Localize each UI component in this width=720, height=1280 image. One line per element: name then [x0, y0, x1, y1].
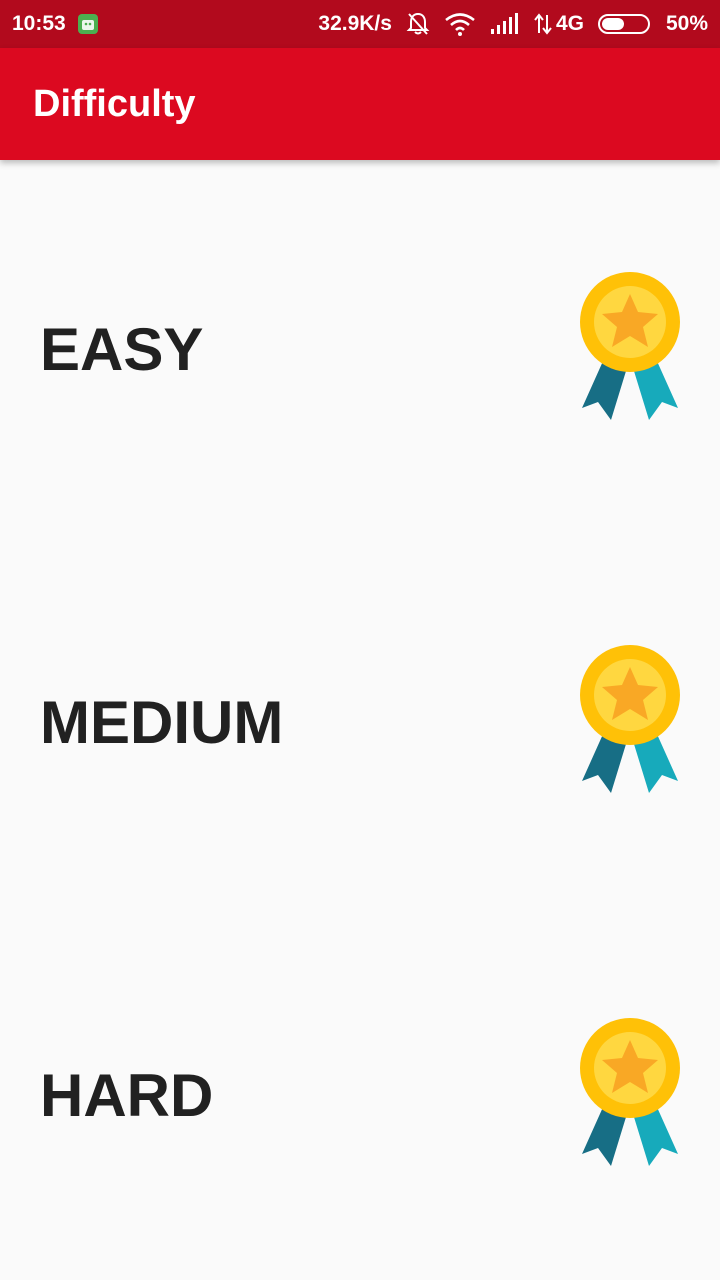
medal-icon: [580, 1018, 680, 1166]
battery-percent: 50%: [665, 12, 708, 35]
difficulty-item-hard[interactable]: HARD: [0, 906, 720, 1279]
difficulty-item-easy[interactable]: EASY: [0, 160, 720, 533]
status-time: 10:53: [12, 12, 66, 35]
battery-indicator: [597, 13, 652, 35]
difficulty-label: EASY: [40, 316, 204, 383]
difficulty-label: MEDIUM: [40, 689, 284, 756]
mute-bell-icon: [406, 11, 430, 37]
wifi-icon: [444, 12, 476, 36]
battery-icon: [597, 14, 650, 34]
app-bar: Difficulty: [0, 48, 720, 160]
network-type: 4G: [555, 12, 584, 35]
page-title: Difficulty: [33, 82, 196, 125]
status-bar: 10:53 32.9K/s 4G 50%: [0, 0, 720, 48]
difficulty-label: HARD: [40, 1062, 214, 1129]
medal-icon: [580, 645, 680, 793]
status-icons: 32.9K/s 4G 50%: [318, 11, 708, 37]
network-speed: 32.9K/s: [318, 12, 392, 35]
data-indicator: 4G: [534, 12, 584, 36]
signal-icon: [490, 13, 520, 35]
medal-icon: [580, 272, 680, 420]
difficulty-item-medium[interactable]: MEDIUM: [0, 533, 720, 906]
data-arrows-icon: [534, 13, 552, 35]
android-icon: [77, 14, 98, 34]
